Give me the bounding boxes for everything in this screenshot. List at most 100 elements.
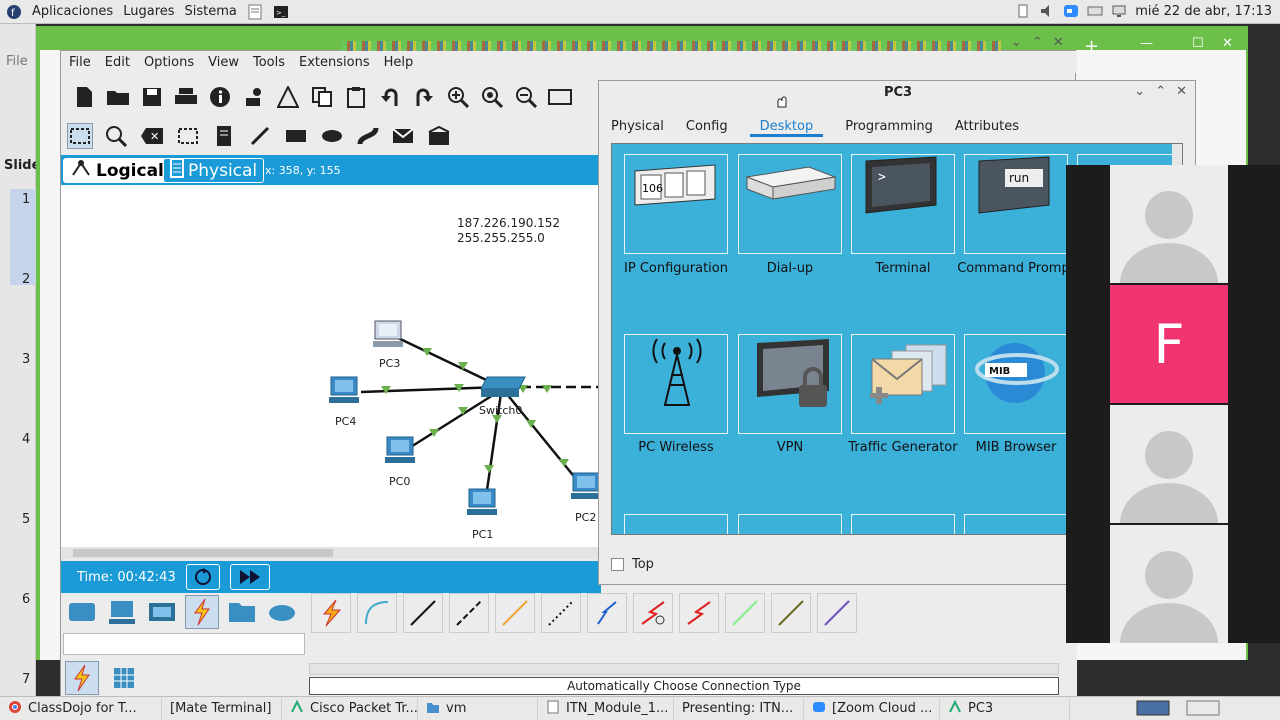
slide-number[interactable]: 2 xyxy=(22,272,30,287)
pc3-device[interactable] xyxy=(371,319,405,355)
select-tool-icon[interactable] xyxy=(67,123,93,149)
palette-scrollbar[interactable] xyxy=(309,663,1059,675)
menu-help[interactable]: Help xyxy=(384,55,414,70)
slide-number[interactable]: 1 xyxy=(22,192,30,207)
volume-icon[interactable] xyxy=(1039,3,1055,19)
serial-dte-icon[interactable] xyxy=(679,593,719,633)
fast-forward-icon[interactable] xyxy=(229,564,270,590)
slide-number[interactable]: 3 xyxy=(22,352,30,367)
add-complex-pdu-icon[interactable] xyxy=(427,123,453,149)
menu-tools[interactable]: Tools xyxy=(253,55,285,70)
open-folder-icon[interactable] xyxy=(105,84,131,110)
maximize-icon[interactable]: ⌃ xyxy=(1032,35,1043,50)
draw-line-icon[interactable] xyxy=(247,123,273,149)
paste-icon[interactable] xyxy=(343,84,369,110)
tab-physical[interactable]: Physical xyxy=(611,119,664,137)
usb-cable-icon[interactable] xyxy=(817,593,857,633)
menu-edit[interactable]: Edit xyxy=(105,55,130,70)
grid-icon[interactable] xyxy=(107,661,141,695)
traffic-generator-app[interactable] xyxy=(851,334,955,434)
octal-cable-icon[interactable] xyxy=(725,593,765,633)
multiuser-cloud-icon[interactable] xyxy=(265,595,299,629)
task-itn-module[interactable]: ITN_Module_1... xyxy=(538,697,674,720)
inspect-icon[interactable] xyxy=(103,123,129,149)
switch-device[interactable] xyxy=(479,375,527,403)
components-icon[interactable] xyxy=(145,595,179,629)
menu-view[interactable]: View xyxy=(208,55,239,70)
network-wizard-icon[interactable] xyxy=(241,84,267,110)
dialup-app[interactable] xyxy=(738,154,842,254)
new-tab-plus-icon[interactable]: + xyxy=(1084,36,1099,57)
keyboard-icon[interactable] xyxy=(1087,3,1103,19)
add-simple-pdu-icon[interactable] xyxy=(391,123,417,149)
participant-tile[interactable] xyxy=(1110,525,1228,643)
minimize-icon[interactable]: ⌄ xyxy=(1011,35,1022,50)
file-menu-label[interactable]: File xyxy=(6,54,28,69)
close-icon[interactable]: ✕ xyxy=(1176,84,1187,99)
tab-attributes[interactable]: Attributes xyxy=(955,119,1019,137)
network-devices-icon[interactable] xyxy=(65,595,99,629)
coaxial-icon[interactable] xyxy=(587,593,627,633)
power-cycle-icon[interactable] xyxy=(185,564,220,590)
console-cable-icon[interactable] xyxy=(357,593,397,633)
tab-physical[interactable]: Physical xyxy=(163,158,265,183)
connections-icon[interactable] xyxy=(185,595,219,629)
straight-through-icon[interactable] xyxy=(403,593,443,633)
menu-aplicaciones[interactable]: Aplicaciones xyxy=(32,4,113,19)
app-row3-3[interactable] xyxy=(851,514,955,534)
tab-programming[interactable]: Programming xyxy=(845,119,933,137)
activity-wizard-icon[interactable] xyxy=(275,84,301,110)
menu-file[interactable]: File xyxy=(69,55,91,70)
command-prompt-app[interactable]: run xyxy=(964,154,1068,254)
zoom-in-icon[interactable] xyxy=(445,84,471,110)
text-editor-icon[interactable] xyxy=(247,4,263,20)
menu-lugares[interactable]: Lugares xyxy=(123,4,174,19)
participant-tile[interactable] xyxy=(1110,405,1228,523)
close-icon[interactable]: ✕ xyxy=(1222,36,1233,51)
fedora-logo-icon[interactable]: f xyxy=(6,4,22,20)
workspace-box-icon[interactable] xyxy=(1186,700,1220,720)
device-type-field[interactable] xyxy=(63,633,305,655)
crossover-icon[interactable] xyxy=(449,593,489,633)
participant-tile[interactable] xyxy=(1110,165,1228,283)
slide-number[interactable]: 6 xyxy=(22,592,30,607)
terminal-app[interactable]: > xyxy=(851,154,955,254)
print-icon[interactable] xyxy=(173,84,199,110)
auto-connection-icon[interactable] xyxy=(65,661,99,695)
freeform-icon[interactable] xyxy=(355,123,381,149)
new-file-icon[interactable] xyxy=(71,84,97,110)
delete-icon[interactable]: ✕ xyxy=(139,123,165,149)
draw-rectangle-icon[interactable] xyxy=(283,123,309,149)
undo-icon[interactable] xyxy=(377,84,403,110)
task-zoom[interactable]: [Zoom Cloud ... xyxy=(804,697,940,720)
place-note-icon[interactable] xyxy=(211,123,237,149)
drawing-palette-icon[interactable] xyxy=(547,84,573,110)
canvas-scrollbar[interactable] xyxy=(61,547,601,559)
task-presenting[interactable]: Presenting: ITN... xyxy=(674,697,804,720)
end-devices-icon[interactable] xyxy=(105,595,139,629)
slide-number[interactable]: 5 xyxy=(22,512,30,527)
maximize-icon[interactable]: ⌃ xyxy=(1155,84,1166,99)
pc4-device[interactable] xyxy=(327,375,361,411)
app-row3-2[interactable] xyxy=(738,514,842,534)
slide-number[interactable]: 7 xyxy=(22,672,30,687)
logical-canvas[interactable]: 187.226.190.152 255.255.255.0 Switch0 PC… xyxy=(61,185,601,547)
resize-shape-icon[interactable] xyxy=(175,123,201,149)
misc-folder-icon[interactable] xyxy=(225,595,259,629)
slide-number[interactable]: 4 xyxy=(22,432,30,447)
pc1-device[interactable] xyxy=(465,487,499,523)
minimize-icon[interactable]: — xyxy=(1140,36,1153,51)
pc0-device[interactable] xyxy=(383,435,417,471)
copy-icon[interactable] xyxy=(309,84,335,110)
task-packet-tracer[interactable]: Cisco Packet Tr... xyxy=(282,697,418,720)
pc-wireless-app[interactable] xyxy=(624,334,728,434)
vpn-app[interactable] xyxy=(738,334,842,434)
iot-cable-icon[interactable] xyxy=(771,593,811,633)
ip-configuration-app[interactable]: 106 xyxy=(624,154,728,254)
tab-config[interactable]: Config xyxy=(686,119,728,137)
phone-cable-icon[interactable] xyxy=(541,593,581,633)
pc2-device[interactable] xyxy=(569,471,601,507)
mib-browser-app[interactable]: MIB xyxy=(964,334,1068,434)
fiber-icon[interactable] xyxy=(495,593,535,633)
tab-logical[interactable]: Logical xyxy=(63,158,171,183)
